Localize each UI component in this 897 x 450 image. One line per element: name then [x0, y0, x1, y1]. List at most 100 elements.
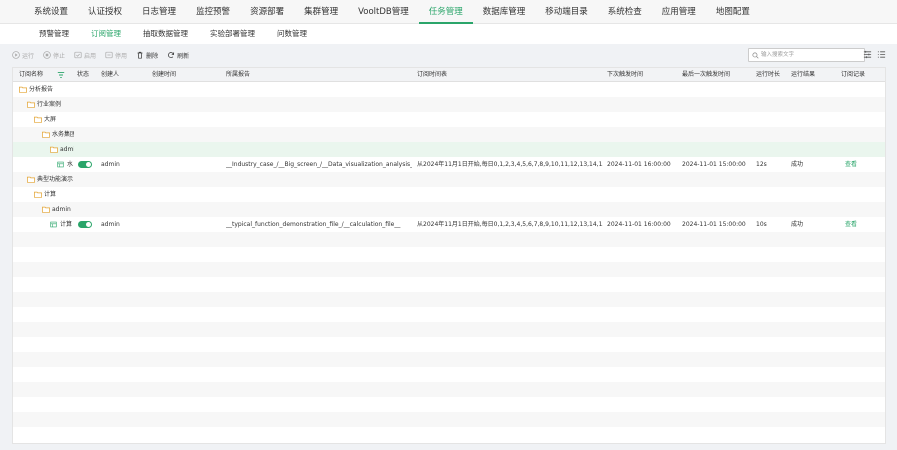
- tab-extract-data[interactable]: 抽取数据管理: [132, 24, 199, 44]
- nav-vooltdb[interactable]: VooltDB管理: [348, 0, 419, 24]
- col-schedule[interactable]: 订阅时间表: [417, 68, 447, 82]
- col-subscription-name[interactable]: 订阅名称: [19, 68, 43, 82]
- nav-mobile-catalog[interactable]: 移动端目录: [535, 0, 598, 24]
- nav-auth[interactable]: 认证授权: [78, 0, 132, 24]
- play-icon: [12, 51, 20, 59]
- tree-label: 分析报告: [29, 86, 54, 93]
- empty-row: [13, 262, 885, 277]
- nav-cluster[interactable]: 集群管理: [294, 0, 348, 24]
- sub-nav: 预警管理 订阅管理 抽取数据管理 实验部署管理 问数管理: [0, 24, 897, 44]
- nav-logs[interactable]: 日志管理: [132, 0, 186, 24]
- folder-icon: [34, 116, 42, 123]
- report-icon: [57, 161, 64, 168]
- filter-icon[interactable]: [57, 71, 65, 79]
- folder-icon: [27, 176, 35, 183]
- status-toggle[interactable]: [78, 161, 92, 168]
- tab-experiment-deploy[interactable]: 实验部署管理: [199, 24, 266, 44]
- tree-label: 计算: [44, 191, 57, 198]
- stop-label: 停止: [53, 52, 66, 60]
- delete-label: 删除: [146, 52, 159, 60]
- next-trigger-time: 2024-11-01 16:00:00: [607, 161, 671, 168]
- tree-row[interactable]: admi: [13, 142, 885, 157]
- empty-row: [13, 292, 885, 307]
- stop-button[interactable]: 停止: [43, 51, 65, 60]
- search-box: [748, 48, 865, 62]
- last-trigger-time: 2024-11-01 15:00:00: [682, 161, 746, 168]
- table-row[interactable]: 水 admin __Industry_case_/__Big_screen_/_…: [13, 157, 885, 172]
- col-status[interactable]: 状态: [77, 68, 89, 82]
- view-record-link[interactable]: 查看: [845, 157, 857, 172]
- run-label: 运行: [22, 52, 35, 60]
- tab-alert-management[interactable]: 预警管理: [28, 24, 80, 44]
- column-settings-icon[interactable]: [863, 50, 872, 59]
- folder-icon: [27, 101, 35, 108]
- last-trigger-time: 2024-11-01 15:00:00: [682, 221, 746, 228]
- empty-row: [13, 382, 885, 397]
- disable-label: 停用: [115, 52, 128, 60]
- col-creator[interactable]: 创建人: [101, 68, 119, 82]
- delete-button[interactable]: 删除: [136, 51, 158, 60]
- tree-row[interactable]: 分析报告: [13, 82, 885, 97]
- folder-icon: [19, 86, 27, 93]
- tree-row[interactable]: 计算: [13, 187, 885, 202]
- next-trigger-time: 2024-11-01 16:00:00: [607, 221, 671, 228]
- disable-button[interactable]: 停用: [105, 51, 127, 60]
- status-toggle[interactable]: [78, 221, 92, 228]
- col-report[interactable]: 所属报告: [226, 68, 250, 82]
- tree-row[interactable]: 大屏: [13, 112, 885, 127]
- tree-row[interactable]: 水务集团: [13, 127, 885, 142]
- tree-label: 水务集团: [52, 131, 74, 138]
- tab-subscription-management[interactable]: 订阅管理: [80, 24, 132, 44]
- empty-row: [13, 307, 885, 322]
- nav-monitoring[interactable]: 监控预警: [186, 0, 240, 24]
- col-record[interactable]: 订阅记录: [841, 68, 865, 82]
- empty-row: [13, 277, 885, 292]
- view-record-link[interactable]: 查看: [845, 217, 857, 232]
- empty-row: [13, 232, 885, 247]
- tree-row[interactable]: 行业案例: [13, 97, 885, 112]
- tree-row[interactable]: admin: [13, 202, 885, 217]
- nav-task-management[interactable]: 任务管理: [418, 0, 473, 24]
- nav-system-settings[interactable]: 系统设置: [24, 0, 78, 24]
- tree-row[interactable]: 典型功能演示: [13, 172, 885, 187]
- nav-map-config[interactable]: 地图配置: [706, 0, 760, 24]
- disable-icon: [105, 51, 113, 59]
- nav-resource-deploy[interactable]: 资源部署: [240, 0, 294, 24]
- run-duration: 10s: [756, 221, 767, 228]
- table-header: 订阅名称 状态 创建人 创建时间 所属报告 订阅时间表 下次触发时间 最后一次触…: [13, 68, 885, 82]
- tab-ask-data[interactable]: 问数管理: [266, 24, 318, 44]
- subscription-name: 计算: [60, 221, 73, 228]
- list-view-icon[interactable]: [877, 50, 886, 59]
- search-input[interactable]: [759, 50, 859, 60]
- trash-icon: [137, 51, 143, 59]
- run-result: 成功: [791, 221, 804, 228]
- tree-label: 大屏: [44, 116, 57, 123]
- run-button[interactable]: 运行: [12, 51, 34, 60]
- refresh-label: 刷新: [177, 52, 190, 60]
- nav-app-management[interactable]: 应用管理: [652, 0, 706, 24]
- report-path: __typical_function_demonstration_file_/_…: [226, 221, 401, 228]
- empty-row: [13, 397, 885, 412]
- report-path: __Industry_case_/__Big_screen_/__Data_vi…: [226, 161, 412, 168]
- col-duration[interactable]: 运行时长: [756, 68, 780, 82]
- tree-label: admin: [52, 206, 71, 213]
- nav-database[interactable]: 数据库管理: [473, 0, 536, 24]
- col-result[interactable]: 运行结果: [791, 68, 815, 82]
- col-next-trigger[interactable]: 下次触发时间: [607, 68, 643, 82]
- schedule: 从2024年11月1日开始,每日0,1,2,3,4,5,6,7,8,9,10,1…: [417, 221, 603, 228]
- tree-label: admi: [60, 146, 74, 153]
- table-row[interactable]: 计算 admin __typical_function_demonstratio…: [13, 217, 885, 232]
- empty-row: [13, 427, 885, 442]
- top-nav: 系统设置 认证授权 日志管理 监控预警 资源部署 集群管理 VooltDB管理 …: [0, 0, 897, 24]
- col-create-time[interactable]: 创建时间: [152, 68, 176, 82]
- folder-icon: [50, 146, 58, 153]
- folder-icon: [34, 191, 42, 198]
- refresh-button[interactable]: 刷新: [167, 51, 189, 60]
- refresh-icon: [168, 52, 175, 58]
- folder-icon: [42, 206, 50, 213]
- empty-row: [13, 412, 885, 427]
- col-last-trigger[interactable]: 最后一次触发时间: [682, 68, 730, 82]
- nav-system-check[interactable]: 系统检查: [598, 0, 652, 24]
- empty-row: [13, 247, 885, 262]
- enable-button[interactable]: 启用: [74, 51, 96, 60]
